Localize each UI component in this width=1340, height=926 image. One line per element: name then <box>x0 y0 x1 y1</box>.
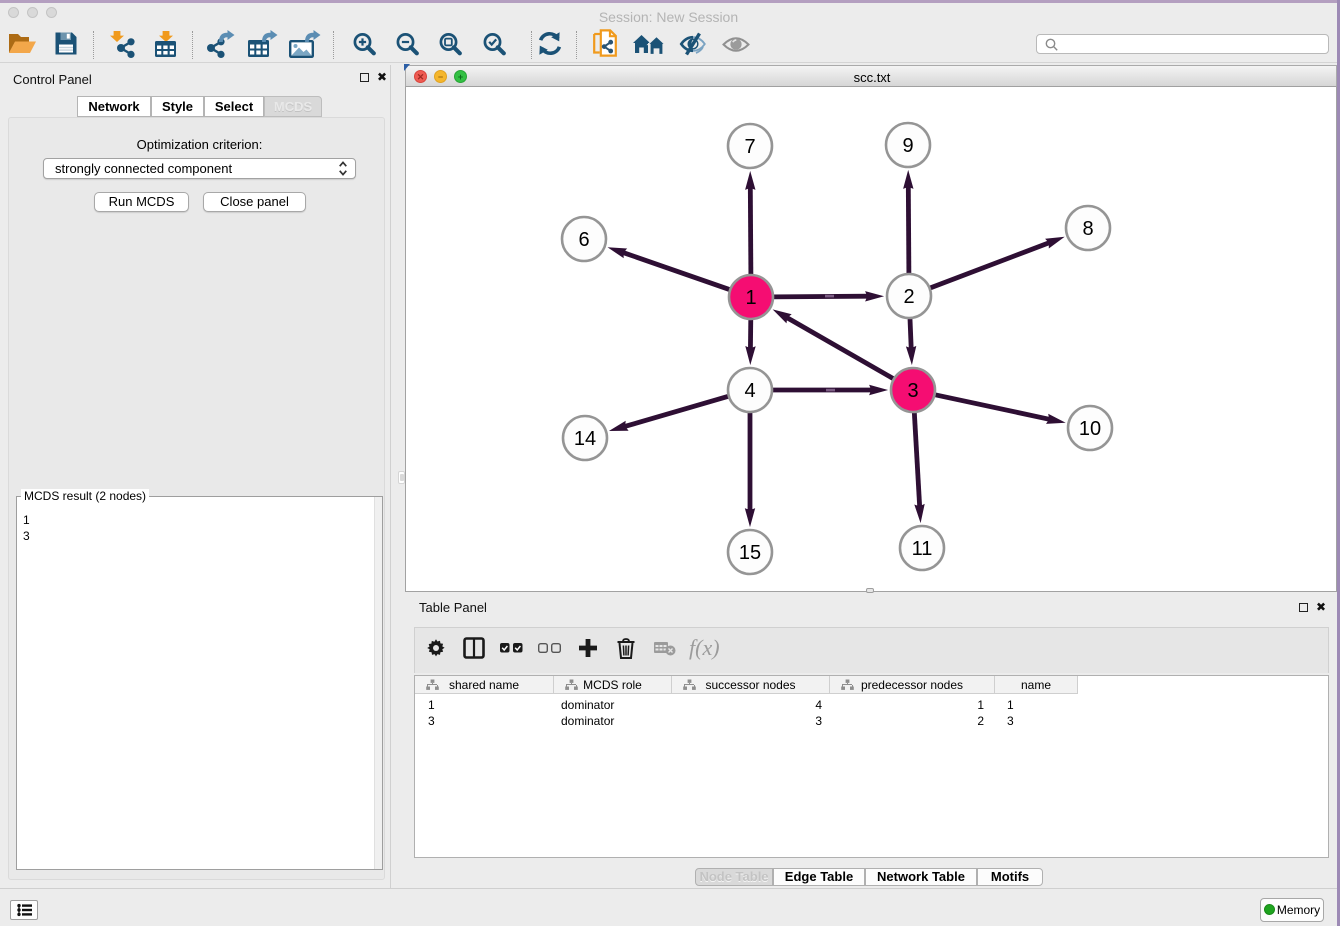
svg-text:2: 2 <box>903 286 914 308</box>
svg-text:15: 15 <box>739 542 761 564</box>
svg-text:3: 3 <box>907 380 918 402</box>
svg-text:1: 1 <box>745 287 756 309</box>
svg-text:14: 14 <box>574 428 596 450</box>
svg-text:8: 8 <box>1082 218 1093 240</box>
svg-text:10: 10 <box>1079 418 1101 440</box>
svg-text:7: 7 <box>744 136 755 158</box>
svg-text:9: 9 <box>902 135 913 157</box>
svg-text:6: 6 <box>578 229 589 251</box>
svg-text:4: 4 <box>744 380 755 402</box>
svg-text:11: 11 <box>912 538 933 560</box>
